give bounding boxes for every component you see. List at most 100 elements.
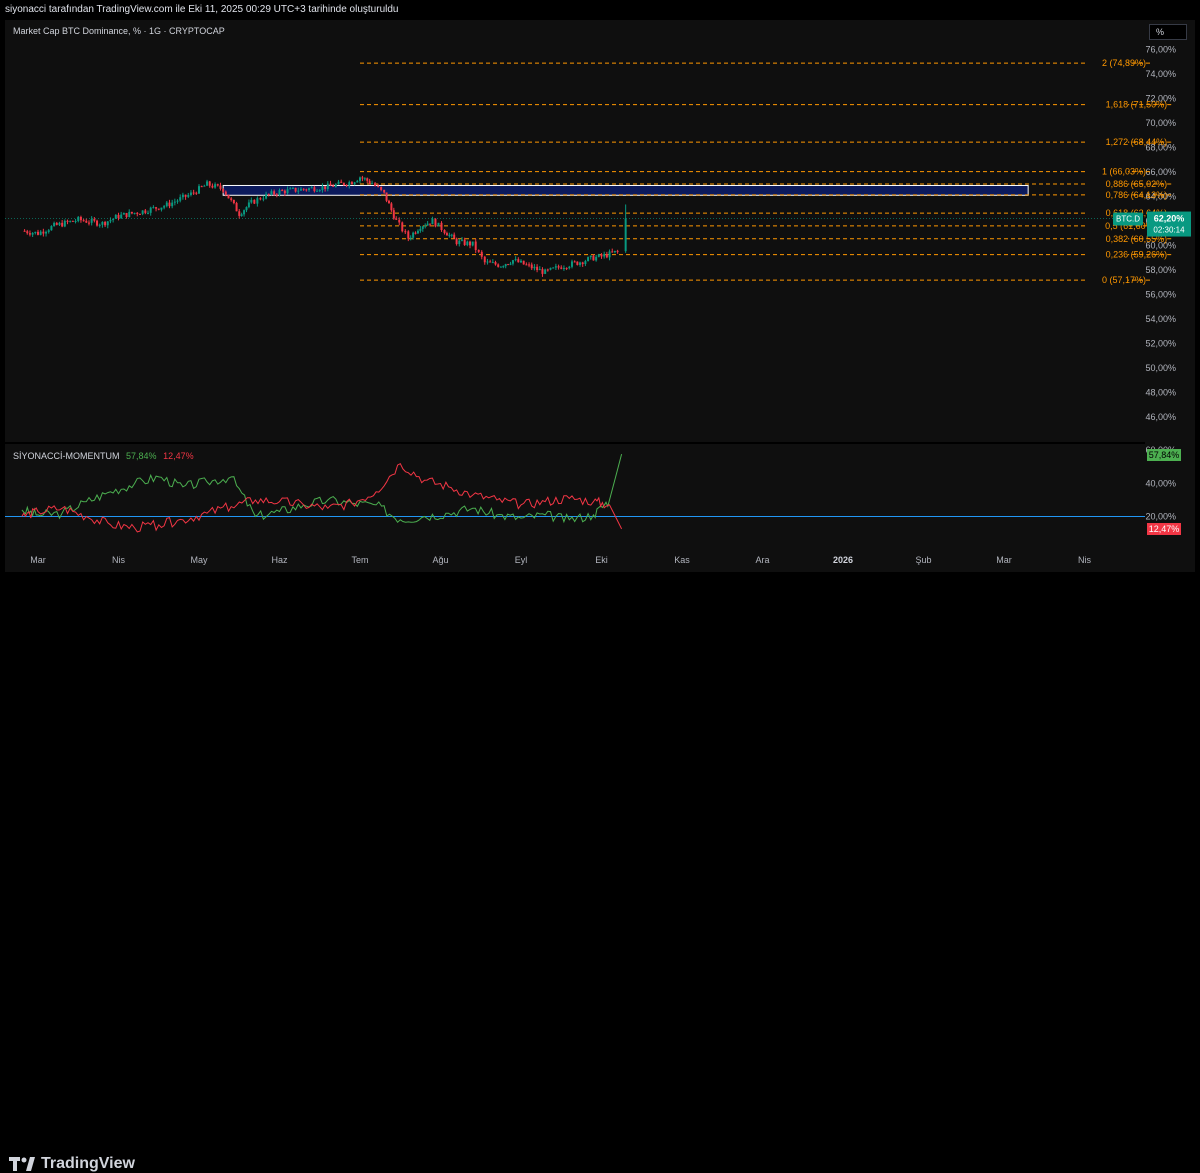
candle-body bbox=[334, 184, 337, 187]
candle-body bbox=[573, 261, 576, 263]
candle-body bbox=[222, 188, 225, 192]
candle-body bbox=[460, 239, 463, 241]
candle-body bbox=[289, 188, 292, 190]
time-tick-label: Haz bbox=[271, 555, 288, 565]
candle-body bbox=[374, 183, 377, 186]
candle-body bbox=[278, 190, 281, 195]
candle-body bbox=[342, 182, 345, 185]
price-tick-label: 48,00% bbox=[1145, 388, 1176, 398]
candle-body bbox=[390, 203, 393, 211]
candle-body bbox=[337, 181, 340, 185]
candle-body bbox=[387, 200, 390, 204]
candle-body bbox=[345, 184, 348, 186]
price-tick-label: 56,00% bbox=[1145, 290, 1176, 300]
candle-body bbox=[79, 216, 82, 221]
candle-body bbox=[340, 181, 343, 183]
candle-body bbox=[305, 189, 308, 191]
percent-scale-button[interactable]: % bbox=[1149, 24, 1187, 40]
candle-body bbox=[224, 191, 227, 195]
tradingview-logo[interactable]: TradingView bbox=[9, 1155, 135, 1173]
candle-body bbox=[259, 198, 262, 200]
candle-body bbox=[530, 264, 533, 269]
candle-body bbox=[361, 177, 364, 179]
symbol-tag-label: BTC.D bbox=[1116, 215, 1140, 224]
candle-body bbox=[163, 206, 166, 208]
candle-body bbox=[326, 183, 329, 190]
candle-body bbox=[243, 210, 246, 215]
candle-body bbox=[168, 202, 171, 207]
candle-body bbox=[589, 255, 592, 258]
candle-body bbox=[291, 187, 294, 189]
candle-body bbox=[133, 212, 136, 214]
candle-body bbox=[504, 264, 507, 267]
candle-body bbox=[356, 180, 359, 183]
time-tick-label: Eyl bbox=[515, 555, 528, 565]
candle-body bbox=[50, 226, 53, 231]
time-tick-label: Şub bbox=[915, 555, 931, 565]
candle-body bbox=[450, 234, 453, 236]
candle-body bbox=[232, 199, 235, 204]
candle-body bbox=[353, 182, 356, 185]
candle-body bbox=[483, 256, 486, 263]
candle-body bbox=[499, 266, 502, 268]
candle-body bbox=[200, 186, 203, 188]
candle-body bbox=[624, 218, 627, 252]
candle-body bbox=[247, 202, 250, 208]
candle-body bbox=[198, 186, 200, 194]
candle-body bbox=[61, 222, 64, 227]
time-tick-label: Nis bbox=[112, 555, 125, 565]
candle-body bbox=[491, 262, 494, 264]
candle-body bbox=[267, 193, 270, 195]
candle-body bbox=[250, 199, 253, 203]
candle-body bbox=[227, 194, 230, 199]
candle-body bbox=[549, 267, 552, 270]
candle-body bbox=[329, 183, 332, 186]
candle-body bbox=[611, 251, 614, 253]
candle-body bbox=[114, 214, 117, 219]
candle-body bbox=[318, 190, 321, 192]
candle-body bbox=[147, 212, 150, 214]
candle-body bbox=[605, 254, 608, 258]
candle-body bbox=[477, 250, 480, 252]
candle-body bbox=[469, 241, 472, 246]
candle-body bbox=[125, 212, 128, 218]
candle-body bbox=[407, 231, 410, 239]
candle-body bbox=[597, 254, 600, 257]
candle-body bbox=[421, 226, 424, 229]
time-tick-label: 2026 bbox=[833, 555, 853, 565]
candle-body bbox=[149, 207, 152, 213]
candle-body bbox=[230, 198, 233, 200]
fib-level-label: 0,236 (59,26%) bbox=[1106, 250, 1168, 260]
candle-body bbox=[165, 202, 168, 207]
candle-body bbox=[554, 266, 557, 268]
candle-body bbox=[509, 263, 512, 265]
candle-body bbox=[398, 219, 401, 223]
candle-body bbox=[98, 224, 101, 226]
candle-body bbox=[546, 269, 549, 271]
candle-body bbox=[332, 185, 335, 187]
candle-body bbox=[214, 184, 217, 188]
price-tick-label: 74,00% bbox=[1145, 69, 1176, 79]
candle-body bbox=[273, 191, 276, 195]
candle-body bbox=[321, 186, 324, 191]
candle-body bbox=[434, 218, 437, 227]
candle-body bbox=[414, 232, 417, 234]
candle-body bbox=[497, 264, 500, 267]
candle-body bbox=[592, 255, 595, 261]
price-tick-label: 52,00% bbox=[1145, 339, 1176, 349]
candle-body bbox=[316, 190, 319, 192]
candle-body bbox=[416, 230, 419, 234]
candle-body bbox=[313, 187, 316, 192]
candle-body bbox=[141, 210, 144, 214]
candle-body bbox=[90, 218, 93, 223]
candle-body bbox=[570, 261, 573, 267]
candle-body bbox=[544, 269, 547, 274]
momentum-tick-label: 20,00% bbox=[1145, 512, 1176, 522]
momentum-green-tag: 57,84% bbox=[1149, 450, 1180, 460]
candle-body bbox=[404, 231, 407, 233]
candle-body bbox=[587, 257, 590, 262]
candle-body bbox=[401, 222, 404, 232]
candle-body bbox=[216, 184, 219, 186]
candle-body bbox=[486, 261, 489, 263]
candle-body bbox=[385, 192, 388, 201]
